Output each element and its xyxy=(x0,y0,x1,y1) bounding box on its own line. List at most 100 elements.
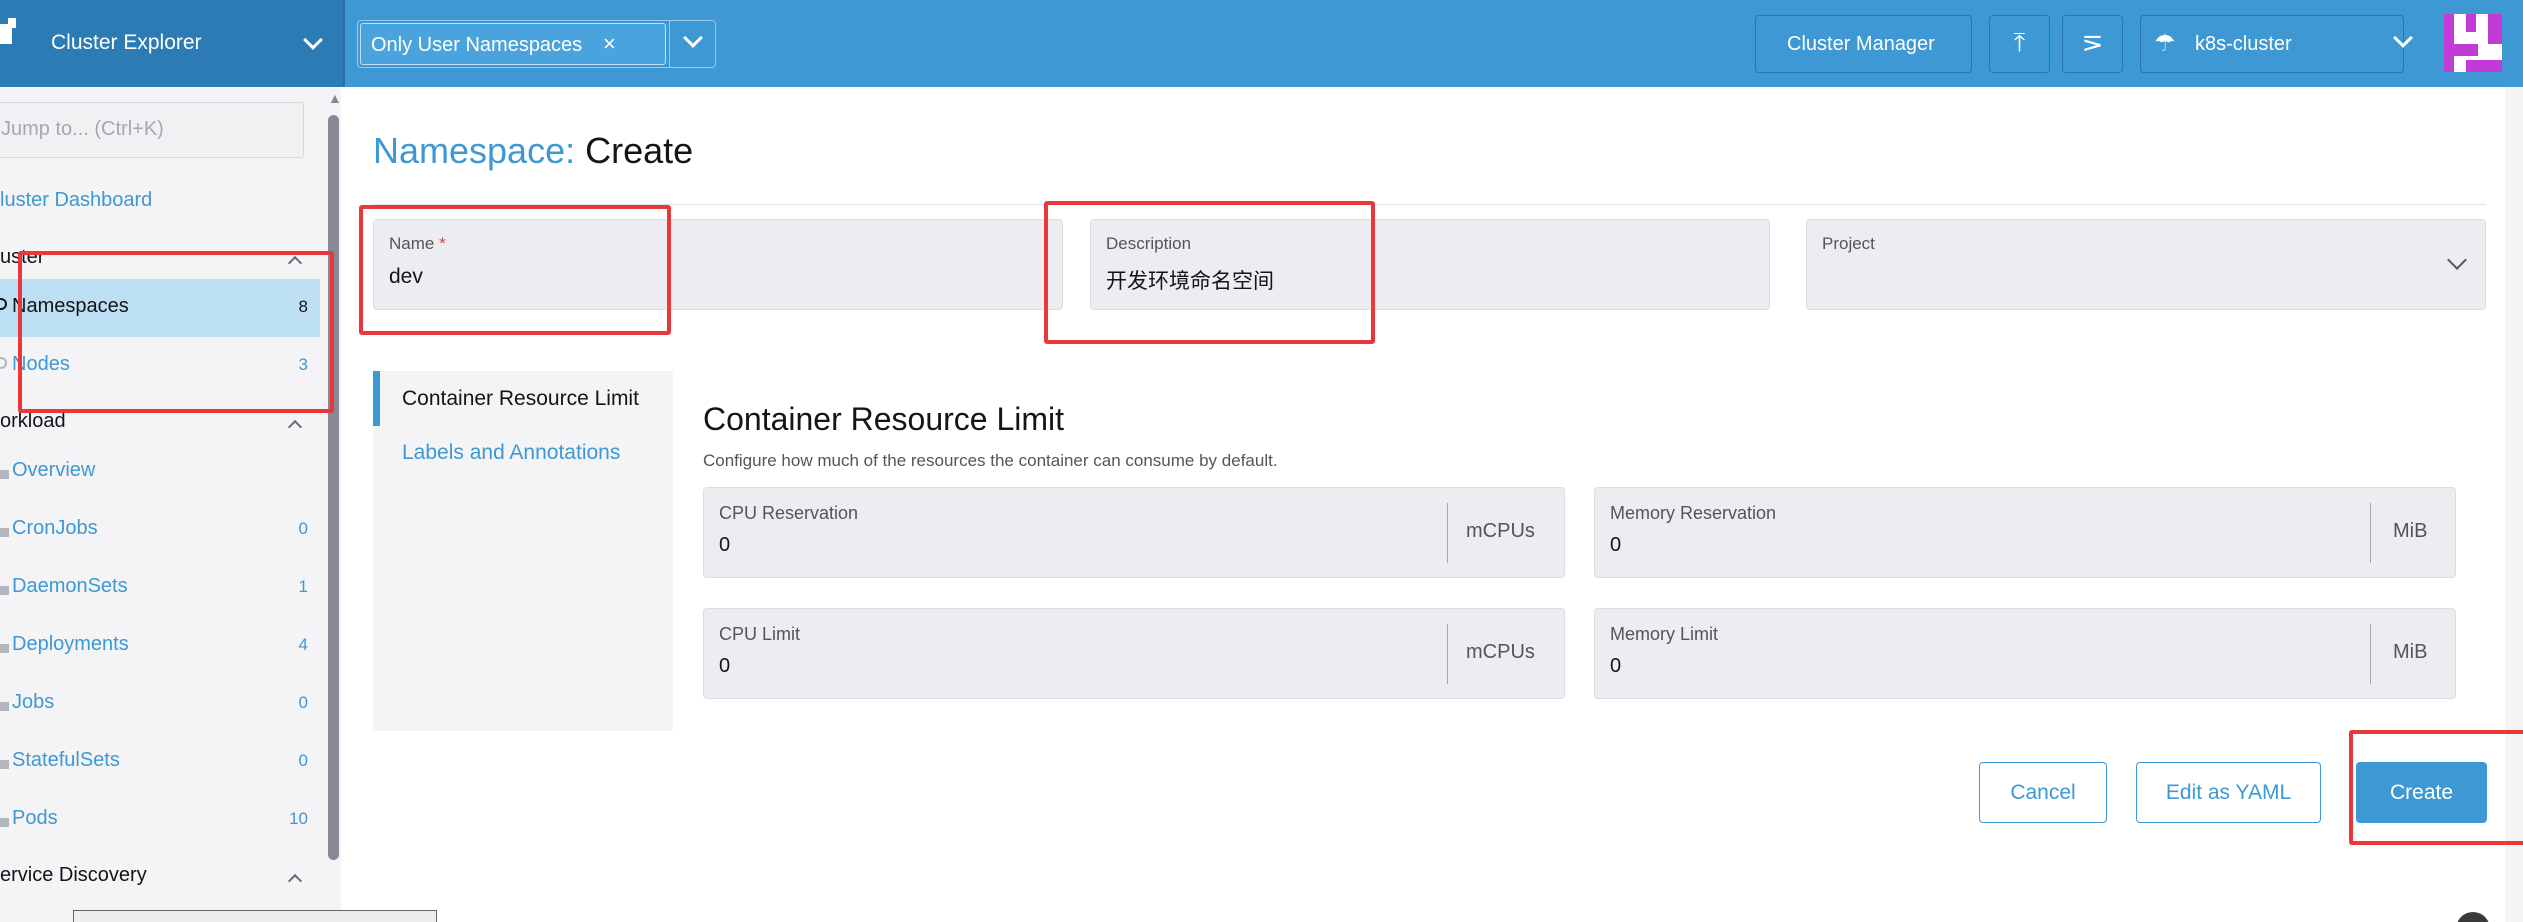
product-switcher[interactable]: Cluster Explorer xyxy=(0,0,343,87)
cluster-name: k8s-cluster xyxy=(2195,33,2292,55)
namespace-filter-chip: Only User Namespaces × xyxy=(360,23,666,65)
unit-divider xyxy=(2370,503,2371,563)
sidebar-scroll-thumb[interactable] xyxy=(328,115,339,860)
chevron-up-icon[interactable] xyxy=(287,255,303,271)
required-marker: * xyxy=(439,234,446,253)
sidebar-item-pods[interactable]: Pods xyxy=(12,807,58,830)
jump-to-search[interactable]: Jump to... (Ctrl+K) xyxy=(0,102,304,158)
terminal-icon: ⋝ xyxy=(2081,27,2104,57)
kubectl-shell-button[interactable]: ⋝ xyxy=(2062,15,2123,73)
close-icon[interactable]: × xyxy=(603,31,616,57)
sidebar-item-count: 0 xyxy=(298,519,308,538)
cpu-reservation-unit: mCPUs xyxy=(1466,520,1535,542)
name-field-label: Name * xyxy=(389,234,446,253)
tab-labels-annotations[interactable]: Labels and Annotations xyxy=(402,441,620,465)
sidebar: Jump to... (Ctrl+K) luster Dashboard ust… xyxy=(0,87,327,922)
namespace-filter-label: Only User Namespaces xyxy=(371,34,583,56)
sidebar-item-count: 8 xyxy=(298,297,308,316)
sidebar-item-jobs[interactable]: Jobs xyxy=(12,691,54,714)
sidebar-item-nodes[interactable]: Nodes xyxy=(12,353,70,376)
avatar[interactable] xyxy=(2444,14,2502,72)
taskbar-preview xyxy=(73,910,437,922)
bullet-icon xyxy=(0,470,9,479)
sidebar-item-count: 10 xyxy=(289,809,308,828)
cpu-limit-label: CPU Limit xyxy=(719,624,801,644)
cpu-reservation-label: CPU Reservation xyxy=(719,503,859,523)
bullet-icon xyxy=(0,760,9,769)
chevron-down-icon[interactable] xyxy=(303,30,323,50)
chevron-up-icon[interactable] xyxy=(287,419,303,435)
memory-limit-field[interactable]: Memory Limit 0 MiB xyxy=(1594,608,2456,699)
sidebar-item-count: 1 xyxy=(298,577,308,596)
jump-to-placeholder: Jump to... (Ctrl+K) xyxy=(1,118,164,140)
sidebar-group-workload[interactable]: orkload xyxy=(0,410,66,433)
cpu-limit-field[interactable]: CPU Limit 0 mCPUs xyxy=(703,608,1565,699)
page-scrollbar[interactable] xyxy=(2505,87,2523,922)
section-title: Container Resource Limit xyxy=(703,401,1065,437)
tab-container-resource-limit[interactable]: Container Resource Limit xyxy=(402,387,639,411)
cpu-reservation-value[interactable]: 0 xyxy=(719,534,730,557)
rancher-logo-icon xyxy=(0,18,20,48)
namespace-filter[interactable]: Only User Namespaces × xyxy=(357,20,716,68)
cluster-icon: ☂ xyxy=(2154,30,2176,57)
header-divider xyxy=(343,0,345,87)
floating-indicator xyxy=(2456,912,2490,922)
sidebar-group-service-discovery[interactable]: ervice Discovery xyxy=(0,864,147,887)
bullet-icon xyxy=(0,586,9,595)
memory-limit-unit: MiB xyxy=(2393,641,2428,663)
sidebar-item-count: 0 xyxy=(298,693,308,712)
bullet-icon xyxy=(0,528,9,537)
upload-icon: ⤒ xyxy=(2013,27,2026,57)
cpu-reservation-field[interactable]: CPU Reservation 0 mCPUs xyxy=(703,487,1565,578)
sidebar-item-cluster-dashboard[interactable]: luster Dashboard xyxy=(0,189,152,212)
memory-reservation-value[interactable]: 0 xyxy=(1610,534,1621,557)
sidebar-item-daemonsets[interactable]: DaemonSets xyxy=(12,575,128,598)
sidebar-item-cronjobs[interactable]: CronJobs xyxy=(12,517,98,540)
memory-reservation-label: Memory Reservation xyxy=(1610,503,1777,523)
project-select-label: Project xyxy=(1822,234,1875,253)
name-field[interactable]: Name * dev xyxy=(373,219,1063,310)
cpu-limit-value[interactable]: 0 xyxy=(719,655,730,678)
cancel-button[interactable]: Cancel xyxy=(1979,762,2107,823)
name-field-value[interactable]: dev xyxy=(389,265,423,289)
unit-divider xyxy=(1447,503,1448,563)
section-description: Configure how much of the resources the … xyxy=(703,451,1278,470)
memory-limit-label: Memory Limit xyxy=(1610,624,1719,644)
sidebar-group-cluster[interactable]: uster xyxy=(0,246,44,269)
product-title: Cluster Explorer xyxy=(51,31,202,54)
sidebar-item-statefulsets[interactable]: StatefulSets xyxy=(12,749,120,772)
sidebar-item-count: 3 xyxy=(298,355,308,374)
cluster-manager-button[interactable]: Cluster Manager xyxy=(1755,15,1972,73)
scroll-up-icon[interactable]: ▲ xyxy=(328,90,342,106)
top-header: Cluster Explorer Only User Namespaces × … xyxy=(0,0,2523,87)
sidebar-item-overview[interactable]: Overview xyxy=(12,459,95,482)
chevron-down-icon[interactable] xyxy=(683,28,703,48)
description-field-value[interactable]: 开发环境命名空间 xyxy=(1106,265,1274,295)
cpu-limit-unit: mCPUs xyxy=(1466,641,1535,663)
chevron-down-icon[interactable] xyxy=(2447,250,2467,270)
page-title: Namespace: Create xyxy=(373,130,693,172)
page-title-resource: Namespace: xyxy=(373,130,576,171)
title-divider xyxy=(373,204,2486,205)
chevron-up-icon[interactable] xyxy=(287,873,303,889)
cluster-selector[interactable]: ☂ k8s-cluster xyxy=(2140,15,2404,73)
memory-reservation-field[interactable]: Memory Reservation 0 MiB xyxy=(1594,487,2456,578)
sidebar-item-count: 4 xyxy=(298,635,308,654)
bullet-icon xyxy=(0,818,9,827)
unit-divider xyxy=(2370,624,2371,684)
edit-as-yaml-button[interactable]: Edit as YAML xyxy=(2136,762,2321,823)
description-field[interactable]: Description 开发环境命名空间 xyxy=(1090,219,1770,310)
unit-divider xyxy=(1447,624,1448,684)
sidebar-item-deployments[interactable]: Deployments xyxy=(12,633,129,656)
sidebar-item-label: Namespaces xyxy=(12,295,129,317)
import-yaml-button[interactable]: ⤒ xyxy=(1989,15,2050,73)
bullet-icon xyxy=(0,644,9,653)
sidebar-item-count: 0 xyxy=(298,751,308,770)
memory-limit-value[interactable]: 0 xyxy=(1610,655,1621,678)
memory-reservation-unit: MiB xyxy=(2393,520,2428,542)
bullet-icon xyxy=(0,702,9,711)
project-select[interactable]: Project xyxy=(1806,219,2486,310)
create-button[interactable]: Create xyxy=(2356,762,2487,823)
node-icon xyxy=(0,357,7,369)
filter-divider xyxy=(669,21,670,67)
